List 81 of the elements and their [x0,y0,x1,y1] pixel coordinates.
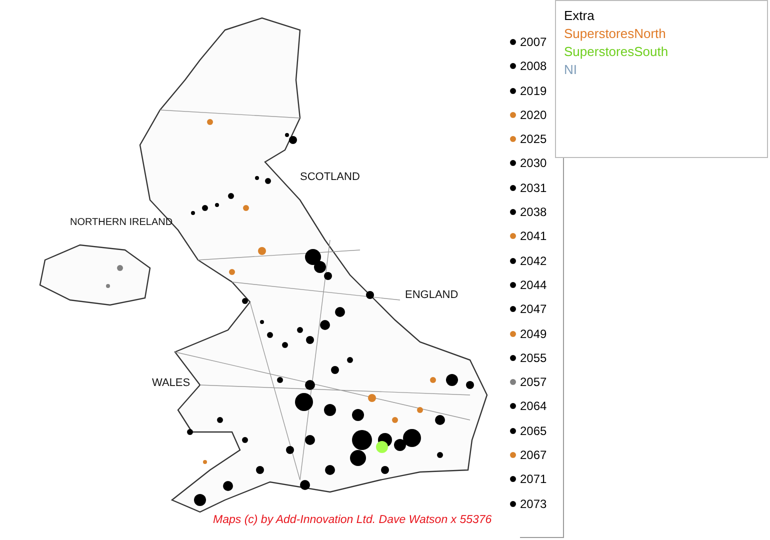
data-point [306,336,314,344]
data-point [286,446,294,454]
panel-title: Extra [564,7,596,25]
legend-label: 2041 [520,229,547,244]
data-point [347,357,353,363]
data-point [297,327,303,333]
legend-label: 2071 [520,472,547,486]
legend-label: 2055 [520,350,547,365]
legend-label: 2044 [520,278,547,292]
data-point [350,450,366,466]
data-point [260,320,264,324]
data-point [282,342,288,348]
series-label: SuperstoresNorth [564,25,667,43]
data-point [430,377,436,383]
data-point [117,265,123,271]
legend-label: 2031 [520,180,547,195]
copyright-note: Maps (c) by Add-Innovation Ltd. Dave Watson x 55376 [213,514,492,526]
legend-label: 2030 [520,156,547,170]
data-point [277,377,283,383]
legend-label: 2073 [520,496,547,511]
country-label: ENGLAND [405,290,458,301]
legend-label: 2042 [520,254,547,268]
data-point [217,417,223,423]
data-point [242,298,248,304]
data-point [258,247,266,255]
data-point [305,380,315,390]
data-point [243,205,249,211]
data-point [187,429,193,435]
data-point [435,415,445,425]
data-point [207,119,213,125]
data-point [376,441,388,453]
data-point [335,307,345,317]
series-label: SuperstoresSouth [564,43,670,61]
legend-label: 2020 [520,108,547,122]
data-point [325,465,335,475]
legend-label: 2047 [520,302,547,316]
legend-label: 2064 [520,399,547,414]
country-label: WALES [152,378,190,389]
data-point [202,205,208,211]
data-point [324,404,336,416]
data-point [392,417,398,423]
data-point [267,332,273,338]
legend-label: 2065 [520,424,547,438]
data-point [320,320,330,330]
country-label: SCOTLAND [300,172,360,183]
legend-label: 2057 [520,375,547,390]
data-point [265,178,271,184]
legend-label: 2007 [520,35,547,49]
data-point [466,381,474,389]
series-label: NI [564,61,578,79]
country-label: NORTHERN IRELAND [70,218,173,228]
data-point [305,435,315,445]
data-point [194,494,206,506]
data-point [242,437,248,443]
data-point [203,460,207,464]
data-point [191,211,195,215]
data-point [368,394,376,402]
data-point [381,466,389,474]
data-point [305,249,321,265]
legend-label: 2008 [520,59,547,74]
data-point [366,291,374,299]
data-point [229,269,235,275]
data-point [446,374,458,386]
legend-label: 2067 [520,448,547,462]
data-point [255,176,259,180]
data-point [417,407,423,413]
data-point [300,480,310,490]
data-point [106,284,110,288]
legend-label: 2019 [520,84,547,98]
data-point [352,430,372,450]
legend-label: 2038 [520,205,547,220]
legend-label: 2025 [520,132,547,146]
legend-label: 2049 [520,326,547,341]
data-point [352,409,364,421]
data-point [295,393,313,411]
data-point [215,203,219,207]
data-point [331,366,339,374]
data-point [256,466,264,474]
data-point [228,193,234,199]
data-point [437,452,443,458]
data-point [223,481,233,491]
